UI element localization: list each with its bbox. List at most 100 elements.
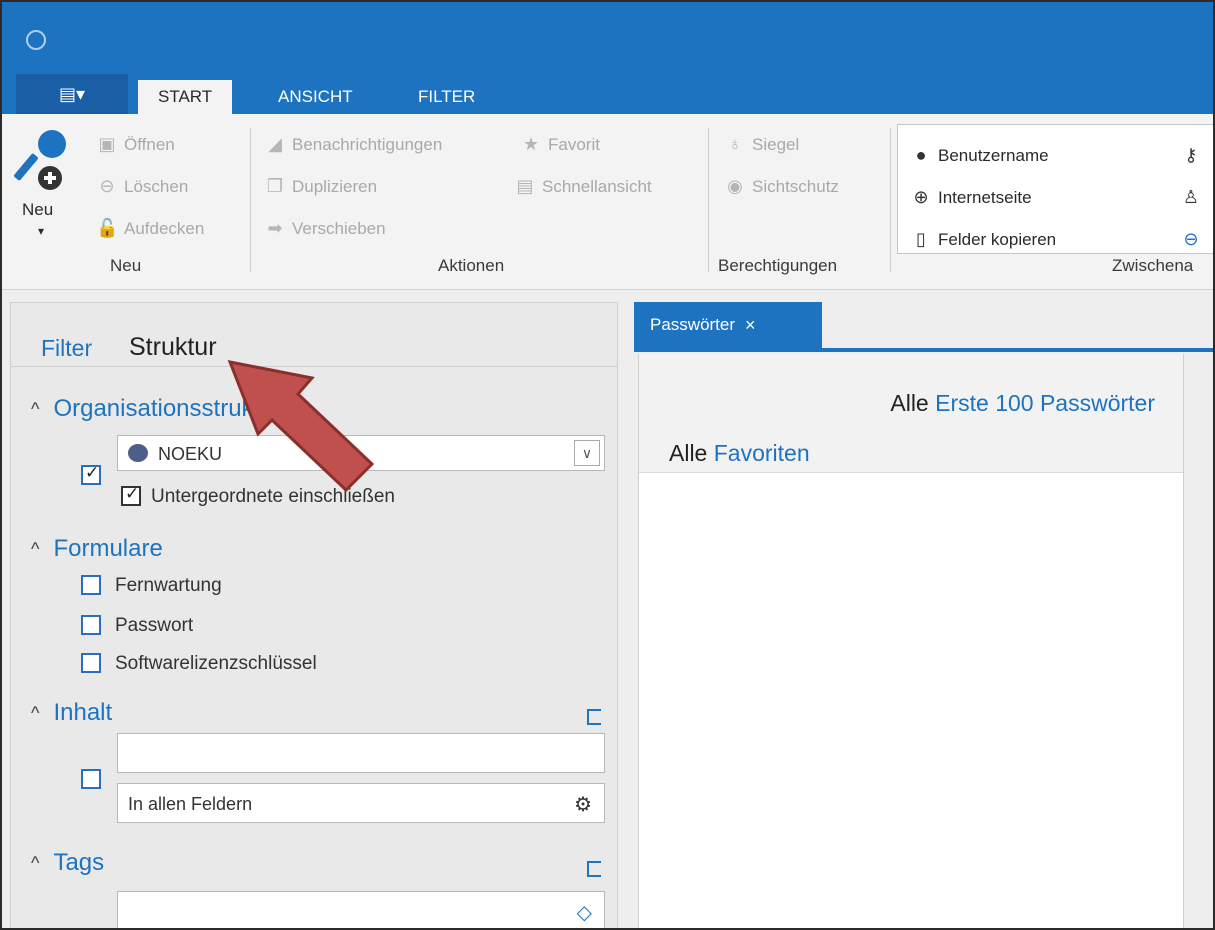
show-all-link[interactable]: Alle [669, 440, 707, 466]
delete-button[interactable]: ⊖ Löschen [96, 176, 188, 197]
person-icon: ♙ [1182, 187, 1200, 207]
key-icon: ⚷ [1184, 145, 1198, 165]
content-search-input[interactable] [117, 733, 605, 773]
reveal-button[interactable]: 🔓 Aufdecken [96, 218, 204, 239]
app-logo-icon [26, 30, 46, 50]
close-icon[interactable]: × [745, 315, 756, 336]
chevron-down-icon: ▾ [38, 224, 45, 238]
copy-fields-button[interactable]: ▯ Felder kopieren [910, 229, 1056, 250]
limit-first100-link[interactable]: Erste 100 Passwörter [935, 390, 1155, 416]
form-checkbox-fernwartung[interactable] [81, 575, 101, 595]
doc-tab-label: Passwörter [650, 315, 736, 334]
ribbon-tabs: ▤▾ START ANSICHT FILTER [2, 74, 1213, 114]
duplicate-label: Duplizieren [292, 176, 378, 196]
section-inhalt[interactable]: ^ Inhalt [31, 699, 112, 727]
ribbon-separator [708, 128, 709, 272]
chevron-up-icon: ^ [31, 538, 40, 559]
collapse-icon[interactable] [587, 861, 601, 877]
seal-icon: ♁ [728, 134, 742, 154]
section-tags[interactable]: ^ Tags [31, 849, 104, 877]
title-bar [2, 2, 1213, 74]
favorites-toggle: Alle Favoriten [669, 440, 810, 467]
tab-filter[interactable]: FILTER [398, 80, 495, 114]
key-add-icon [14, 130, 66, 190]
chevron-down-icon[interactable]: ∨ [574, 440, 600, 466]
tab-start[interactable]: START [138, 80, 233, 114]
copy-icon: ❐ [266, 176, 284, 196]
check-icon: ✓ [85, 463, 100, 482]
gear-icon[interactable]: ⚙ [574, 792, 592, 817]
privacy-button[interactable]: ◉ Sichtschutz [724, 176, 839, 197]
check-icon: ✓ [125, 484, 140, 503]
doc-tab-passwoerter[interactable]: Passwörter × [634, 302, 822, 348]
org-filter-checkbox[interactable]: ✓ [81, 463, 101, 485]
favorites-link[interactable]: Favoriten [714, 440, 810, 466]
form-label-fernwartung: Fernwartung [115, 575, 222, 596]
notifications-label: Benachrichtigungen [292, 134, 443, 154]
quickview-button[interactable]: ▤ Schnellansicht [514, 176, 652, 197]
notifications-button[interactable]: ◢ Benachrichtigungen [264, 134, 442, 155]
form-label-passwort: Passwort [115, 615, 194, 636]
tab-filter-panel[interactable]: Filter [41, 335, 92, 362]
duplicate-button[interactable]: ❐ Duplizieren [264, 176, 377, 197]
document-area: Passwörter × Alle Erste 100 Passwörter A… [634, 302, 1213, 928]
ribbon-separator [250, 128, 251, 272]
privacy-label: Sichtschutz [752, 176, 839, 196]
clear-button[interactable]: ⊖ [1180, 229, 1202, 250]
tab-ansicht[interactable]: ANSICHT [258, 80, 373, 114]
content-scope-select[interactable]: In allen Feldern ⚙ [117, 783, 605, 823]
collapse-icon[interactable] [587, 709, 601, 725]
open-button[interactable]: ▣ Öffnen [96, 134, 175, 155]
annotation-arrow [227, 360, 375, 493]
chevron-up-icon: ^ [31, 398, 40, 419]
ribbon: Neu ▾ ▣ Öffnen ⊖ Löschen 🔓 Aufdecken Neu ◢ B… [2, 114, 1213, 290]
new-button[interactable]: Neu ▾ [14, 124, 80, 244]
clipboard-icon: ▯ [916, 229, 926, 249]
move-button[interactable]: ➡ Verschieben [264, 218, 386, 239]
copy-website-button[interactable]: ⊕ Internetseite [910, 187, 1031, 208]
copy-username-button[interactable]: ● Benutzername [910, 145, 1049, 166]
reveal-label: Aufdecken [124, 218, 205, 238]
favorite-button[interactable]: ★ Favorit [520, 134, 600, 155]
section-tags-title: Tags [53, 849, 105, 876]
password-list[interactable] [639, 472, 1183, 928]
chevron-up-icon: ^ [31, 852, 40, 873]
content-filter-checkbox[interactable] [81, 769, 101, 789]
move-label: Verschieben [292, 218, 386, 238]
section-formulare-title: Formulare [53, 535, 163, 562]
group-label-aktionen: Aktionen [438, 256, 505, 275]
quickview-label: Schnellansicht [542, 176, 652, 196]
minus-circle-icon: ⊖ [99, 176, 115, 196]
globe-icon: ⊕ [913, 187, 929, 207]
tag-icon[interactable]: ◇ [577, 900, 592, 925]
limit-all-link[interactable]: Alle [890, 390, 928, 416]
app-menu-button[interactable]: ▤▾ [16, 74, 128, 114]
section-inhalt-title: Inhalt [53, 699, 113, 726]
tags-input[interactable]: ◇ [117, 891, 605, 928]
clipboard-panel: ● Benutzername ⊕ Internetseite ▯ Felder kop… [897, 124, 1213, 254]
section-formulare[interactable]: ^ Formulare [31, 535, 163, 563]
star-icon: ★ [522, 134, 540, 154]
eye-icon: ◉ [727, 176, 743, 196]
include-sub-checkbox[interactable]: ✓ [121, 484, 141, 506]
minus-circle-icon: ⊖ [1183, 229, 1199, 249]
copy-user-button[interactable]: ♙ [1180, 187, 1202, 208]
bell-icon: ◢ [268, 134, 282, 154]
unlock-icon: 🔓 [96, 218, 119, 238]
list-limit-toggle: Alle Erste 100 Passwörter [890, 390, 1155, 417]
chevron-up-icon: ^ [31, 702, 40, 723]
user-icon: ● [915, 145, 927, 165]
form-checkbox-passwort[interactable] [81, 615, 101, 635]
doc-tab-underline [634, 348, 1213, 352]
group-label-neu: Neu [110, 256, 142, 275]
group-label-zwischenablage: Zwischena [1112, 256, 1194, 275]
form-checkbox-software[interactable] [81, 653, 101, 673]
open-label: Öffnen [124, 134, 175, 154]
password-list-panel: Alle Erste 100 Passwörter Alle Favoriten [638, 354, 1184, 928]
delete-label: Löschen [124, 176, 189, 196]
app-window: ▤▾ START ANSICHT FILTER Neu ▾ ▣ Öffnen ⊖ L… [0, 0, 1215, 930]
seal-button[interactable]: ♁ Siegel [724, 134, 799, 155]
group-label-berechtigungen: Berechtigungen [718, 256, 838, 275]
seal-label: Siegel [752, 134, 800, 154]
copy-password-button[interactable]: ⚷ [1180, 145, 1202, 166]
